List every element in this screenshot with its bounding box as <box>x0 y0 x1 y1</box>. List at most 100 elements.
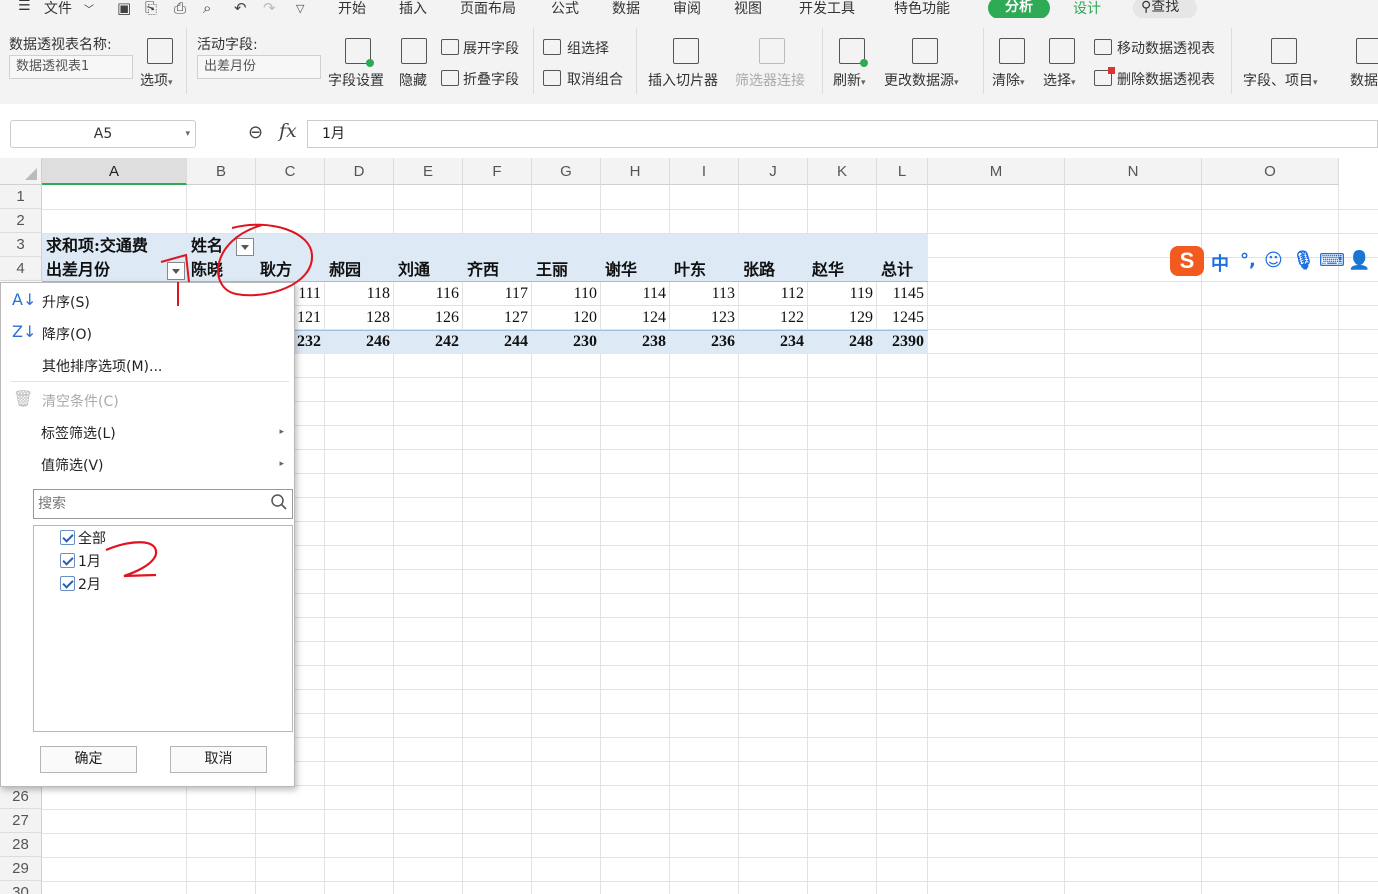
ungroup-button[interactable]: 取消组合 <box>567 69 623 89</box>
column-header-n[interactable]: N <box>1065 158 1202 185</box>
print-preview-icon[interactable]: ⌕ <box>203 0 211 17</box>
tab-page-layout[interactable]: 页面布局 <box>460 0 516 18</box>
tab-review[interactable]: 审阅 <box>673 0 701 18</box>
row-header-28[interactable]: 28 <box>0 833 42 857</box>
delete-pivot-button[interactable]: 删除数据透视表 <box>1117 69 1215 89</box>
insert-slicer-button[interactable]: 插入切片器 <box>648 70 718 90</box>
column-header-l[interactable]: L <box>877 158 928 185</box>
tab-formulas[interactable]: 公式 <box>551 0 579 18</box>
tab-design[interactable]: 设计 <box>1073 0 1101 18</box>
row-header-27[interactable]: 27 <box>0 809 42 833</box>
pivot-options-icon[interactable] <box>147 38 173 64</box>
group-selection-button[interactable]: 组选择 <box>567 38 609 58</box>
change-source-button[interactable]: 更改数据源▾ <box>884 70 959 90</box>
redo-icon[interactable]: ↷ <box>263 0 276 17</box>
row-header-29[interactable]: 29 <box>0 857 42 881</box>
column-header-e[interactable]: E <box>394 158 463 185</box>
sort-descending-item[interactable]: 降序(O) <box>42 324 92 344</box>
move-pivot-icon[interactable] <box>1094 39 1112 55</box>
value-filter-item[interactable]: 值筛选(V) <box>41 455 104 475</box>
column-header-k[interactable]: K <box>808 158 877 185</box>
fields-items-button[interactable]: 字段、项目▾ <box>1243 70 1318 90</box>
tab-home[interactable]: 开始 <box>338 0 366 18</box>
data-tool-button[interactable]: 数据 <box>1350 70 1378 90</box>
fields-items-icon[interactable] <box>1271 38 1297 64</box>
expand-field-icon[interactable] <box>441 39 459 55</box>
filter-item-january[interactable]: 1月 <box>60 552 101 572</box>
field-settings-button[interactable]: 字段设置 <box>328 70 384 90</box>
name-box-dropdown-icon[interactable]: ▾ <box>185 121 190 147</box>
export-icon[interactable]: ⎘ <box>145 0 157 17</box>
refresh-icon[interactable] <box>839 38 868 67</box>
row-header-4[interactable]: 4 <box>0 257 42 281</box>
change-source-icon[interactable] <box>912 38 938 64</box>
formula-input[interactable]: 1月 <box>307 120 1378 148</box>
collapse-field-icon[interactable] <box>441 70 459 86</box>
print-icon[interactable]: ⎙ <box>174 0 186 17</box>
row-header-1[interactable]: 1 <box>0 185 42 209</box>
column-header-a[interactable]: A <box>42 158 187 185</box>
column-header-h[interactable]: H <box>601 158 670 185</box>
insert-slicer-icon[interactable] <box>673 38 699 64</box>
quick-access-more-icon[interactable]: ▽ <box>296 2 304 15</box>
ime-punctuation-icon[interactable]: °, <box>1240 250 1256 271</box>
row-header-30[interactable]: 30 <box>0 881 42 894</box>
search-button[interactable]: ⚲查找 <box>1133 0 1197 19</box>
save-icon[interactable]: ▣ <box>117 0 131 17</box>
data-tool-icon[interactable] <box>1356 38 1378 64</box>
hide-button[interactable]: 隐藏 <box>399 70 427 90</box>
ime-emoji-icon[interactable]: ☺ <box>1264 250 1283 271</box>
file-menu[interactable]: 文件 <box>44 0 72 18</box>
ime-logo-icon[interactable]: S <box>1170 246 1204 276</box>
sort-ascending-item[interactable]: 升序(S) <box>42 292 90 312</box>
tab-analyze[interactable]: 分析 <box>988 0 1050 19</box>
more-sort-options-item[interactable]: 其他排序选项(M)... <box>42 356 162 376</box>
row-header-3[interactable]: 3 <box>0 233 42 257</box>
col-field-filter-button[interactable] <box>236 238 254 256</box>
filter-item-february[interactable]: 2月 <box>60 575 101 595</box>
column-header-c[interactable]: C <box>256 158 325 185</box>
select-all-corner[interactable] <box>0 158 42 185</box>
ime-keyboard-icon[interactable]: ⌨ <box>1319 250 1345 271</box>
cancel-button[interactable]: 取消 <box>170 746 267 773</box>
ime-language-icon[interactable]: 中 <box>1211 250 1229 276</box>
name-box[interactable]: A5 ▾ <box>10 120 196 148</box>
undo-icon[interactable]: ↶ <box>234 0 247 17</box>
clear-button[interactable]: 清除▾ <box>992 70 1025 90</box>
ok-button[interactable]: 确定 <box>40 746 137 773</box>
collapse-field-button[interactable]: 折叠字段 <box>463 69 519 89</box>
clear-icon[interactable] <box>999 38 1025 64</box>
ime-user-icon[interactable]: 👤 <box>1348 250 1370 271</box>
file-chevron-icon[interactable]: ﹀ <box>84 1 94 16</box>
column-header-i[interactable]: I <box>670 158 739 185</box>
select-icon[interactable] <box>1049 38 1075 64</box>
row-header-2[interactable]: 2 <box>0 209 42 233</box>
tab-special-features[interactable]: 特色功能 <box>894 0 950 18</box>
tab-developer[interactable]: 开发工具 <box>799 0 855 18</box>
row-field-filter-button[interactable] <box>167 262 185 280</box>
column-header-b[interactable]: B <box>187 158 256 185</box>
zoom-function-icon[interactable]: ⊖ <box>248 122 263 143</box>
column-header-j[interactable]: J <box>739 158 808 185</box>
tab-insert[interactable]: 插入 <box>399 0 427 18</box>
ime-toolbar[interactable]: S 中 °, ☺ 🎙 ⌨ 👤 <box>1170 244 1378 278</box>
ungroup-icon[interactable] <box>543 70 561 86</box>
refresh-button[interactable]: 刷新▾ <box>833 70 866 90</box>
delete-pivot-icon[interactable] <box>1094 67 1115 86</box>
pivot-name-input[interactable]: 数据透视表1 <box>9 55 133 79</box>
row-header-26[interactable]: 26 <box>0 785 42 809</box>
tab-view[interactable]: 视图 <box>734 0 762 18</box>
ime-voice-icon[interactable]: 🎙 <box>1292 250 1315 271</box>
field-settings-icon[interactable] <box>345 38 374 67</box>
filter-search-input[interactable]: 搜索 <box>33 489 293 519</box>
options-button[interactable]: 选项▾ <box>140 70 173 90</box>
column-header-f[interactable]: F <box>463 158 532 185</box>
filter-item-all[interactable]: 全部 <box>60 529 106 549</box>
column-header-g[interactable]: G <box>532 158 601 185</box>
column-header-m[interactable]: M <box>928 158 1065 185</box>
column-header-o[interactable]: O <box>1202 158 1339 185</box>
column-header-d[interactable]: D <box>325 158 394 185</box>
fx-icon[interactable]: fx <box>279 120 297 142</box>
move-pivot-button[interactable]: 移动数据透视表 <box>1117 38 1215 58</box>
label-filter-item[interactable]: 标签筛选(L) <box>41 423 291 443</box>
